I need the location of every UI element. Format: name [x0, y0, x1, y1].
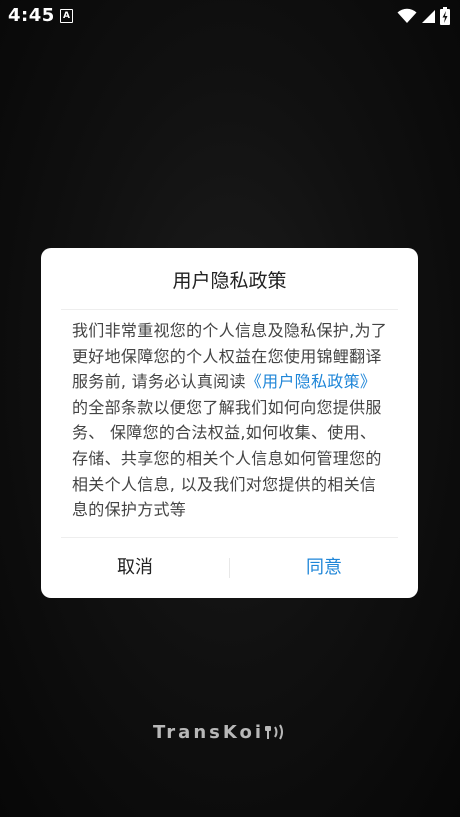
cancel-button[interactable]: 取消	[41, 548, 229, 588]
status-bar: 4:45 A	[0, 0, 460, 32]
wifi-icon	[397, 8, 417, 23]
cellular-signal-icon	[422, 9, 435, 23]
splash-screen: 4:45 A 用户隐私政策 我们非常重视您的个人信息及隐私保护,为了更好地保障您…	[0, 0, 460, 817]
privacy-policy-link[interactable]: 《用户隐私政策》	[246, 372, 376, 391]
sound-wave-icon	[265, 724, 284, 740]
battery-charging-icon	[440, 7, 450, 25]
buttons-divider	[61, 537, 398, 538]
privacy-policy-dialog: 用户隐私政策 我们非常重视您的个人信息及隐私保护,为了更好地保障您的个人权益在您…	[41, 248, 418, 598]
notification-a-icon: A	[60, 9, 73, 23]
message-text-after-link: 的全部条款以便您了解我们如何向您提供服务、 保障您的合法权益,如何收集、使用、存…	[72, 397, 382, 520]
app-logo: TransKoi	[153, 718, 290, 746]
dialog-message: 我们非常重视您的个人信息及隐私保护,为了更好地保障您的个人权益在您使用锦鲤翻译服…	[72, 318, 390, 523]
dialog-title: 用户隐私政策	[172, 270, 287, 292]
status-icons	[397, 5, 450, 27]
status-time: 4:45	[8, 5, 55, 26]
agree-button[interactable]: 同意	[230, 548, 418, 588]
title-divider	[61, 309, 398, 310]
logo-text: TransKoi	[153, 721, 265, 743]
